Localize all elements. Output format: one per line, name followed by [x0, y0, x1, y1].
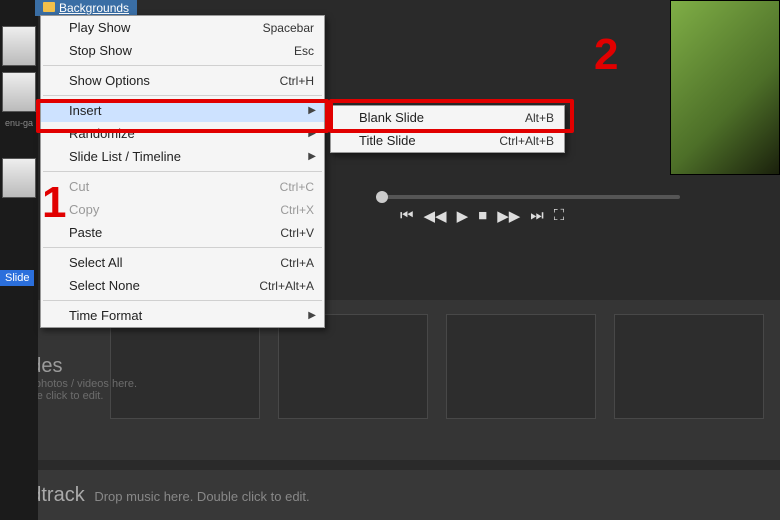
menu-item-accel: Ctrl+V: [280, 226, 314, 240]
left-thumbnail-strip: enu-ga: [0, 0, 38, 520]
soundtrack-panel: undtrack Drop music here. Double click t…: [0, 470, 780, 520]
menu-item-label: Title Slide: [359, 133, 499, 148]
menu-item-label: Slide List / Timeline: [69, 149, 314, 164]
thumbnail-label: enu-ga: [0, 118, 38, 128]
play-icon[interactable]: ▶: [457, 207, 469, 225]
menu-item-label: Time Format: [69, 308, 314, 323]
menu-play-show[interactable]: Play Show Spacebar: [41, 16, 324, 39]
skip-start-icon[interactable]: ⏮: [400, 207, 414, 225]
thumbnail[interactable]: [2, 26, 36, 66]
folder-tab[interactable]: Backgrounds: [35, 0, 137, 16]
menu-item-accel: Spacebar: [263, 21, 314, 35]
menu-item-accel: Ctrl+Alt+A: [259, 279, 314, 293]
menu-item-accel: Ctrl+Alt+B: [499, 134, 554, 148]
menu-item-label: Cut: [69, 179, 280, 194]
slide-badge: Slide: [0, 270, 34, 286]
skip-end-icon[interactable]: ⏭: [530, 207, 544, 225]
menu-item-label: Select None: [69, 278, 259, 293]
menu-select-all[interactable]: Select All Ctrl+A: [41, 251, 324, 274]
menu-paste[interactable]: Paste Ctrl+V: [41, 221, 324, 244]
menu-cut: Cut Ctrl+C: [41, 175, 324, 198]
context-menu: Play Show Spacebar Stop Show Esc Show Op…: [40, 15, 325, 328]
menu-item-label: Select All: [69, 255, 280, 270]
folder-tab-label: Backgrounds: [59, 1, 129, 15]
chevron-right-icon: ▶: [308, 128, 316, 139]
menu-item-label: Paste: [69, 225, 280, 240]
menu-time-format[interactable]: Time Format ▶: [41, 304, 324, 327]
menu-item-label: Blank Slide: [359, 110, 525, 125]
slide-placeholder[interactable]: [446, 314, 596, 419]
folder-icon: [43, 2, 55, 12]
menu-stop-show[interactable]: Stop Show Esc: [41, 39, 324, 62]
menu-item-accel: Ctrl+C: [280, 180, 314, 194]
slide-placeholder[interactable]: [278, 314, 428, 419]
menu-item-label: Randomize: [69, 126, 314, 141]
stop-icon[interactable]: ■: [478, 207, 487, 225]
menu-randomize[interactable]: Randomize ▶: [41, 122, 324, 145]
annotation-number-2: 2: [594, 30, 618, 80]
menu-item-accel: Ctrl+A: [280, 256, 314, 270]
menu-item-label: Show Options: [69, 73, 280, 88]
slide-placeholder[interactable]: [614, 314, 764, 419]
menu-show-options[interactable]: Show Options Ctrl+H: [41, 69, 324, 92]
insert-submenu: Blank Slide Alt+B Title Slide Ctrl+Alt+B: [330, 105, 565, 153]
chevron-right-icon: ▶: [308, 105, 316, 116]
menu-copy: Copy Ctrl+X: [41, 198, 324, 221]
submenu-blank-slide[interactable]: Blank Slide Alt+B: [331, 106, 564, 129]
thumbnail[interactable]: [2, 72, 36, 112]
menu-item-accel: Ctrl+H: [280, 74, 314, 88]
timeline-slider[interactable]: [380, 195, 680, 199]
rewind-icon[interactable]: ◀◀: [424, 207, 447, 225]
menu-item-accel: Alt+B: [525, 111, 554, 125]
menu-slide-list[interactable]: Slide List / Timeline ▶: [41, 145, 324, 168]
menu-item-label: Play Show: [69, 20, 263, 35]
chevron-right-icon: ▶: [308, 151, 316, 162]
fullscreen-icon[interactable]: ⛶: [554, 207, 565, 225]
menu-item-label: Stop Show: [69, 43, 294, 58]
menu-insert[interactable]: Insert ▶: [41, 99, 324, 122]
preview-pane: [670, 0, 780, 175]
menu-item-label: Insert: [69, 103, 314, 118]
menu-item-label: Copy: [69, 202, 280, 217]
chevron-right-icon: ▶: [308, 310, 316, 321]
menu-item-accel: Ctrl+X: [280, 203, 314, 217]
menu-item-accel: Esc: [294, 44, 314, 58]
playback-controls: ⏮ ◀◀ ▶ ■ ▶▶ ⏭ ⛶: [380, 195, 680, 225]
submenu-title-slide[interactable]: Title Slide Ctrl+Alt+B: [331, 129, 564, 152]
fast-forward-icon[interactable]: ▶▶: [497, 207, 520, 225]
thumbnail[interactable]: [2, 158, 36, 198]
menu-select-none[interactable]: Select None Ctrl+Alt+A: [41, 274, 324, 297]
soundtrack-hint: Drop music here. Double click to edit.: [94, 489, 309, 504]
